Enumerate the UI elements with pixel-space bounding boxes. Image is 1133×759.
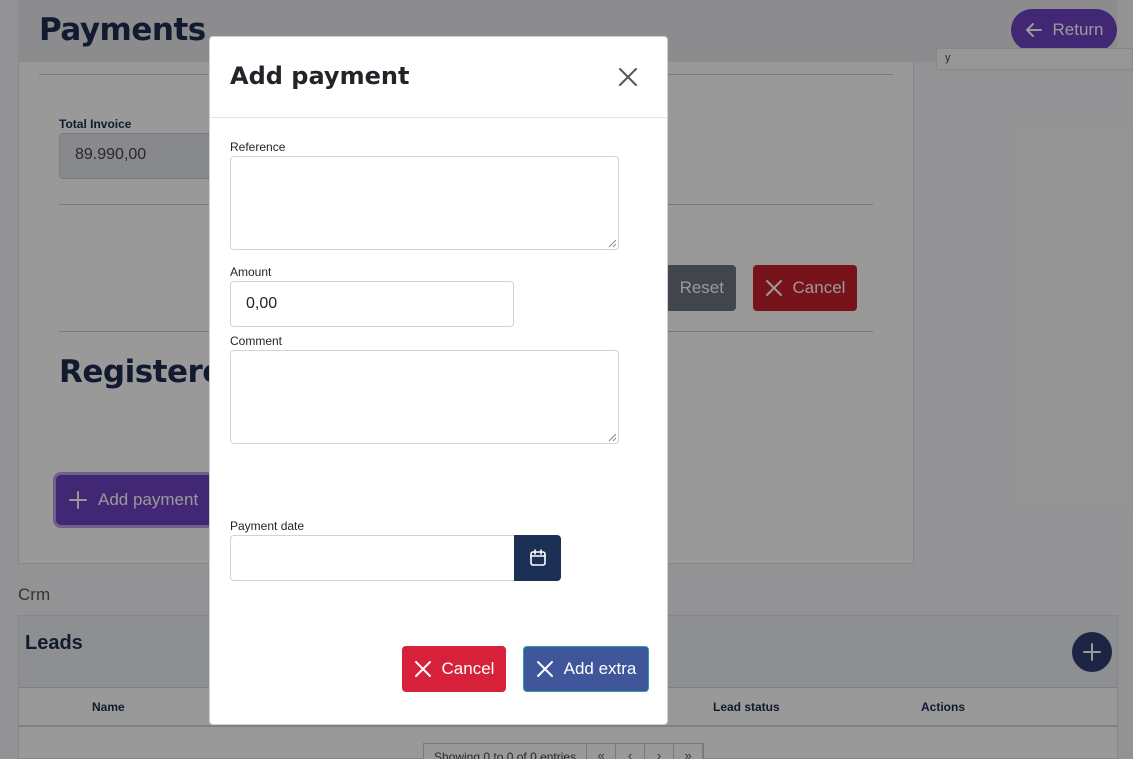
- modal-cancel-label: Cancel: [441, 659, 495, 678]
- payment-date-field[interactable]: [230, 535, 515, 581]
- close-icon: [536, 661, 553, 677]
- close-icon: [619, 68, 637, 86]
- reference-textarea[interactable]: [230, 156, 619, 250]
- calendar-icon: [529, 549, 546, 566]
- add-payment-modal: Add payment Reference Amount 0,00 Commen…: [209, 36, 668, 725]
- modal-header: Add payment: [210, 37, 667, 118]
- reference-label: Reference: [230, 140, 286, 154]
- comment-textarea[interactable]: [230, 350, 619, 444]
- amount-field[interactable]: 0,00: [230, 281, 514, 327]
- modal-close-button[interactable]: [617, 66, 639, 88]
- modal-title: Add payment: [230, 62, 410, 90]
- close-icon: [414, 661, 431, 677]
- modal-cancel-button[interactable]: Cancel: [402, 646, 506, 692]
- add-extra-button[interactable]: Add extra: [523, 646, 649, 692]
- date-picker-button[interactable]: [514, 535, 561, 581]
- payment-date-label: Payment date: [230, 519, 305, 533]
- resize-grip-icon[interactable]: [608, 239, 617, 248]
- comment-label: Comment: [230, 334, 283, 348]
- resize-grip-icon[interactable]: [608, 433, 617, 442]
- add-extra-label: Add extra: [563, 659, 637, 678]
- amount-label: Amount: [230, 265, 272, 279]
